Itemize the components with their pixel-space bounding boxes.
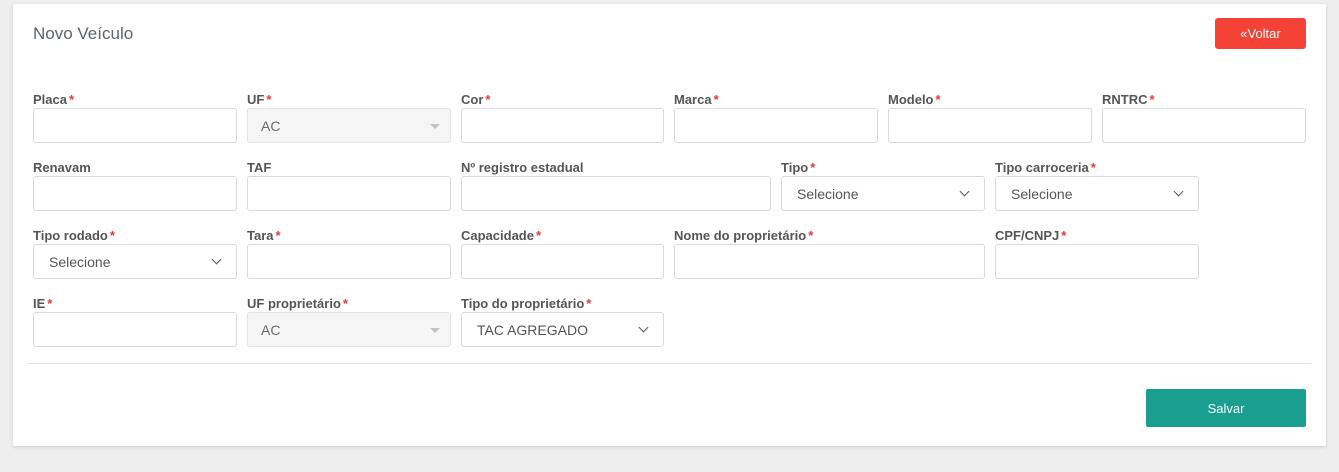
cpf-cnpj-label: CPF/CNPJ * [995,228,1067,243]
page-title: Novo Veículo [33,24,134,43]
uf-proprietario-label: UF proprietário * [247,296,348,311]
field-marca: Marca * [674,92,878,144]
renavam-input[interactable] [33,176,237,211]
capacidade-input[interactable] [461,244,664,279]
field-taf: TAF [247,160,451,212]
field-nome-proprietario: Nome do proprietário * [674,228,985,280]
tipo-rodado-value: Selecione [49,254,111,270]
renavam-label: Renavam [33,160,91,175]
field-registro-estadual: Nº registro estadual [461,160,771,212]
rntrc-input[interactable] [1102,108,1306,143]
tipo-carroceria-value: Selecione [1011,186,1073,202]
uf-proprietario-select[interactable]: AC [247,312,451,347]
field-ie: IE * [33,296,237,348]
tipo-carroceria-select[interactable]: Selecione [995,176,1199,211]
field-placa: Placa * [33,92,237,144]
taf-label: TAF [247,160,272,175]
ie-input[interactable] [33,312,237,347]
field-tipo: Tipo * Selecione [781,160,985,212]
marca-input[interactable] [674,108,878,143]
field-uf: UF * AC [247,92,451,144]
capacidade-label: Capacidade * [461,228,542,243]
field-tipo-proprietario: Tipo do proprietário * TAC AGREGADO [461,296,664,348]
field-rntrc: RNTRC * [1102,92,1306,144]
double-chevron-left-icon: « [1240,26,1247,41]
tipo-value: Selecione [797,186,859,202]
back-button[interactable]: « Voltar [1215,18,1306,49]
tipo-label: Tipo * [781,160,816,175]
tipo-proprietario-value: TAC AGREGADO [477,322,588,338]
chevron-down-icon [1173,186,1184,197]
tipo-rodado-label: Tipo rodado * [33,228,115,243]
field-cpf-cnpj: CPF/CNPJ * [995,228,1199,280]
save-button[interactable]: Salvar [1146,389,1306,427]
field-modelo: Modelo * [888,92,1092,144]
form-divider [27,363,1311,364]
registro-estadual-input[interactable] [461,176,771,211]
tipo-select[interactable]: Selecione [781,176,985,211]
chevron-down-icon [211,254,222,265]
field-cor: Cor * [461,92,664,144]
field-tipo-rodado: Tipo rodado * Selecione [33,228,237,280]
tipo-proprietario-select[interactable]: TAC AGREGADO [461,312,664,347]
taf-input[interactable] [247,176,451,211]
cpf-cnpj-input[interactable] [995,244,1199,279]
field-capacidade: Capacidade * [461,228,664,280]
uf-value: AC [261,118,281,134]
chevron-down-icon [959,186,970,197]
marca-label: Marca * [674,92,719,107]
placa-label: Placa * [33,92,75,107]
modelo-input[interactable] [888,108,1092,143]
rntrc-label: RNTRC * [1102,92,1155,107]
field-uf-proprietario: UF proprietário * AC [247,296,451,348]
modelo-label: Modelo * [888,92,941,107]
tipo-carroceria-label: Tipo carroceria * [995,160,1096,175]
nome-proprietario-label: Nome do proprietário * [674,228,814,243]
uf-select[interactable]: AC [247,108,451,143]
uf-proprietario-value: AC [261,322,281,338]
uf-label: UF * [247,92,272,107]
tipo-proprietario-label: Tipo do proprietário * [461,296,592,311]
caret-down-icon [430,124,440,129]
cor-label: Cor * [461,92,491,107]
chevron-down-icon [638,322,649,333]
ie-label: IE * [33,296,53,311]
cor-input[interactable] [461,108,664,143]
registro-estadual-label: Nº registro estadual [461,160,584,175]
nome-proprietario-input[interactable] [674,244,985,279]
placa-input[interactable] [33,108,237,143]
vehicle-form-card: Novo Veículo « Voltar Placa * UF * AC Cor *… [13,4,1326,446]
tara-label: Tara * [247,228,281,243]
tipo-rodado-select[interactable]: Selecione [33,244,237,279]
tara-input[interactable] [247,244,451,279]
field-tipo-carroceria: Tipo carroceria * Selecione [995,160,1199,212]
field-tara: Tara * [247,228,451,280]
field-renavam: Renavam [33,160,237,212]
back-button-label: Voltar [1247,26,1281,41]
caret-down-icon [430,328,440,333]
